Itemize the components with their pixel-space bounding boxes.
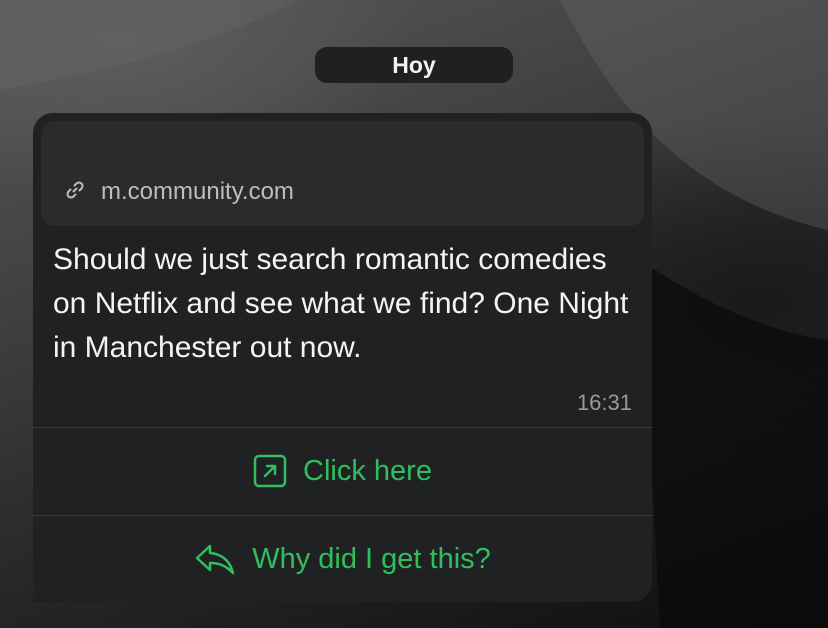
click-here-label: Click here <box>303 454 432 487</box>
external-link-icon <box>253 454 287 488</box>
link-icon <box>66 181 84 199</box>
date-separator-pill: Hoy <box>315 47 513 83</box>
link-domain: m.community.com <box>101 178 294 205</box>
link-preview[interactable]: m.community.com <box>41 121 644 226</box>
reply-icon <box>195 544 235 575</box>
message-bubble: m.community.com Should we just search ro… <box>33 113 652 602</box>
why-did-i-get-this-button[interactable]: Why did I get this? <box>33 516 652 602</box>
message-timestamp: 16:31 <box>576 390 632 415</box>
click-here-button[interactable]: Click here <box>33 428 652 514</box>
why-did-i-get-this-label: Why did I get this? <box>252 542 491 575</box>
date-separator-label: Hoy <box>392 51 436 78</box>
message-text: Should we just search romantic comedies … <box>53 243 629 364</box>
